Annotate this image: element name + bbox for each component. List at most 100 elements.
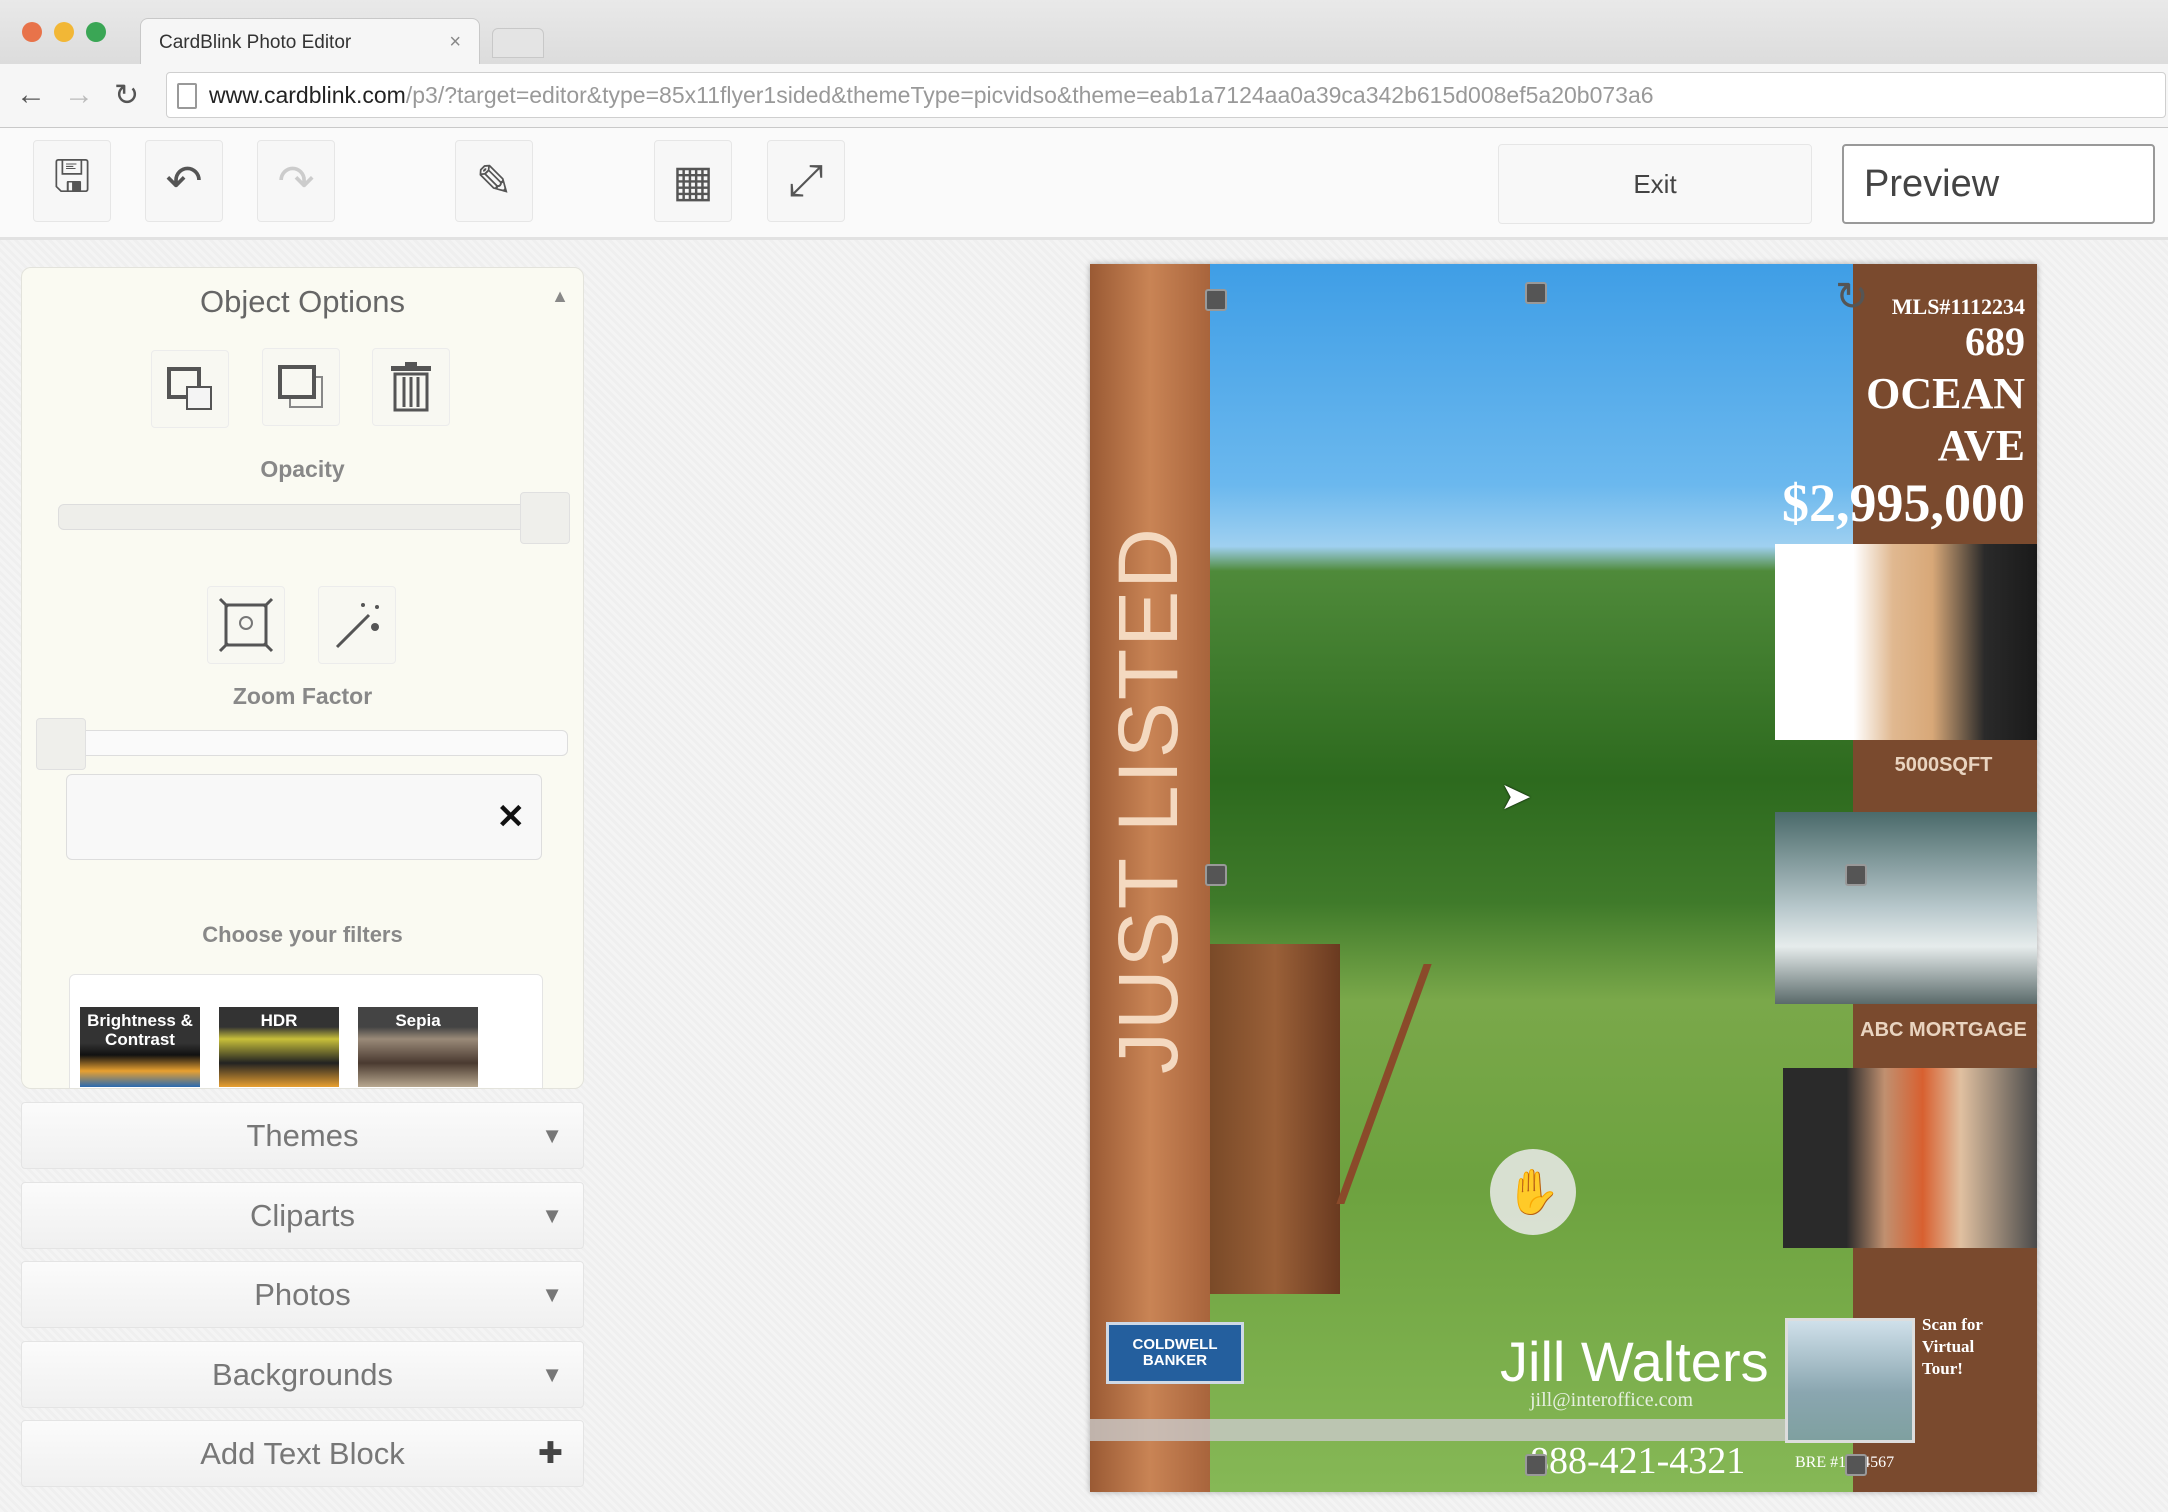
filter-hdr[interactable]: HDR: [219, 1007, 339, 1087]
chevron-down-icon: ▼: [541, 1361, 563, 1387]
footer-bar: [1090, 1419, 1853, 1441]
filters-list: Brightness & Contrast HDR Sepia: [69, 974, 543, 1088]
coldwell-banker-logo[interactable]: COLDWELL BANKER: [1106, 1322, 1244, 1384]
address-line-1[interactable]: 689: [1965, 318, 2025, 365]
send-backward-button[interactable]: [262, 348, 340, 426]
maximize-window-button[interactable]: [86, 22, 106, 42]
banner-text[interactable]: JUST LISTED: [1100, 474, 1197, 1074]
family-photo[interactable]: [1783, 1068, 2037, 1248]
pencil-icon: ✎: [475, 156, 513, 206]
accordion-cliparts[interactable]: Cliparts ▼: [21, 1182, 584, 1249]
page-icon: [177, 83, 197, 109]
trash-icon: [391, 362, 431, 412]
address-line-3[interactable]: AVE: [1938, 420, 2025, 471]
zoom-factor-label: Zoom Factor: [232, 683, 373, 709]
url-host: www.cardblink.com: [209, 81, 406, 108]
redo-button[interactable]: ↷: [257, 140, 335, 222]
filter-text-input[interactable]: ✕: [66, 774, 542, 860]
edit-button[interactable]: ✎: [455, 140, 533, 222]
opacity-label: Opacity: [260, 456, 345, 482]
new-tab-button[interactable]: [492, 28, 544, 58]
tab-close-icon[interactable]: ×: [449, 31, 461, 54]
delete-button[interactable]: [372, 348, 450, 426]
zoom-factor-slider[interactable]: [58, 730, 568, 756]
resize-handle-icon[interactable]: [1845, 1454, 1867, 1476]
agent-phone[interactable]: 888-421-4321: [1530, 1439, 1745, 1483]
flyer-canvas[interactable]: JUST LISTED MLS#1112234 689 OCEAN AVE $2…: [1090, 264, 2037, 1492]
address-line-2[interactable]: OCEAN: [1866, 368, 2025, 419]
magic-wand-button[interactable]: [318, 586, 396, 664]
browser-tab[interactable]: CardBlink Photo Editor ×: [140, 18, 480, 66]
accordion-backgrounds[interactable]: Backgrounds ▼: [21, 1341, 584, 1408]
opacity-slider-thumb[interactable]: [520, 492, 570, 544]
accordion-label: Photos: [254, 1276, 351, 1312]
accordion-label: Add Text Block: [200, 1435, 405, 1471]
object-options-panel: Object Options ▲ Opacity Zoom Factor ✕ C…: [21, 267, 584, 1089]
send-backward-icon: [278, 365, 323, 408]
bring-forward-icon: [167, 367, 212, 410]
back-icon[interactable]: ←: [16, 78, 46, 112]
collapse-icon[interactable]: ▲: [551, 286, 569, 307]
virtual-tour-photo[interactable]: [1785, 1318, 1915, 1443]
zoom-factor-slider-thumb[interactable]: [36, 718, 86, 770]
filter-sepia[interactable]: Sepia: [358, 1007, 478, 1087]
fullscreen-button[interactable]: ⤢: [767, 140, 845, 222]
chevron-down-icon: ▼: [541, 1202, 563, 1228]
browser-tab-strip: CardBlink Photo Editor ×: [0, 0, 2168, 66]
plus-icon: ✚: [537, 1437, 563, 1470]
minimize-window-button[interactable]: [54, 22, 74, 42]
chevron-down-icon: ▼: [541, 1281, 563, 1307]
agent-name[interactable]: Jill Walters: [1500, 1329, 1769, 1394]
price[interactable]: $2,995,000: [1782, 472, 2025, 534]
tab-title: CardBlink Photo Editor: [159, 31, 352, 53]
address-bar-row: ← → ↻ www.cardblink.com/p3/?target=edito…: [0, 64, 2168, 128]
forward-icon[interactable]: →: [64, 78, 94, 112]
crop-icon: [218, 597, 274, 653]
magic-wand-icon: [335, 603, 379, 649]
accordion-themes[interactable]: Themes ▼: [21, 1102, 584, 1169]
preview-button[interactable]: Preview: [1842, 144, 2155, 224]
rotate-handle-icon[interactable]: ↻: [1835, 274, 1869, 320]
exit-button[interactable]: Exit: [1498, 144, 1812, 224]
resize-handle-icon[interactable]: [1845, 864, 1867, 886]
caption-sqft[interactable]: 5000SQFT: [1850, 754, 2037, 777]
accordion-label: Cliparts: [249, 1197, 356, 1233]
interior-photo[interactable]: [1775, 812, 2037, 1004]
grid-button[interactable]: ▦: [654, 140, 732, 222]
crop-zoom-button[interactable]: [207, 586, 285, 664]
filters-label: Choose your filters: [202, 922, 403, 947]
redo-icon: ↷: [277, 156, 315, 206]
hand-icon: ✋: [1505, 1168, 1561, 1217]
garden-table-photo-detail: [1210, 944, 1340, 1294]
agent-photo[interactable]: [1775, 544, 2037, 740]
url-path: /p3/?target=editor&type=85x11flyer1sided…: [405, 81, 1654, 108]
reload-icon[interactable]: ↻: [114, 78, 139, 113]
save-button[interactable]: 🖫: [33, 140, 111, 222]
chevron-down-icon: ▼: [541, 1122, 563, 1148]
url-input[interactable]: www.cardblink.com/p3/?target=editor&type…: [166, 72, 2166, 118]
expand-icon: ⤢: [788, 156, 824, 205]
accordion-photos[interactable]: Photos ▼: [21, 1261, 584, 1328]
resize-handle-icon[interactable]: [1525, 1454, 1547, 1476]
add-text-block-button[interactable]: Add Text Block ✚: [21, 1420, 584, 1487]
accordion-label: Themes: [246, 1117, 359, 1153]
opacity-slider[interactable]: [58, 504, 570, 530]
scan-text[interactable]: Scan for Virtual Tour!: [1922, 1314, 2012, 1380]
close-window-button[interactable]: [22, 22, 42, 42]
bring-forward-button[interactable]: [151, 350, 229, 428]
resize-handle-icon[interactable]: [1525, 282, 1547, 304]
undo-button[interactable]: ↶: [145, 140, 223, 222]
caption-mortgage[interactable]: ABC MORTGAGE: [1850, 1019, 2037, 1042]
agent-email[interactable]: jill@interoffice.com: [1530, 1389, 1693, 1412]
clear-icon[interactable]: ✕: [497, 797, 526, 837]
accordion-label: Backgrounds: [212, 1356, 393, 1392]
move-handle[interactable]: ✋: [1490, 1149, 1576, 1235]
filter-brightness-contrast[interactable]: Brightness & Contrast: [80, 1007, 200, 1087]
resize-handle-icon[interactable]: [1205, 289, 1227, 311]
floppy-disk-icon: 🖫: [53, 151, 91, 201]
mouse-cursor-icon: ➤: [1500, 776, 1532, 818]
mls-number[interactable]: MLS#1112234: [1892, 294, 2025, 320]
resize-handle-icon[interactable]: [1205, 864, 1227, 886]
undo-icon: ↶: [165, 156, 203, 206]
editor-toolbar: 🖫 ↶ ↷ ✎ ▦ ⤢ Exit Preview: [0, 128, 2168, 240]
